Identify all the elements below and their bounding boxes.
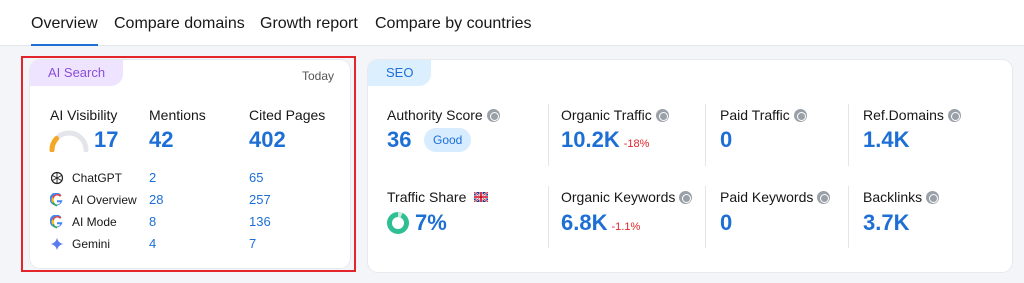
gemini-cited[interactable]: 7 [249, 236, 256, 251]
paid-keywords-label: Paid Keywords [720, 189, 831, 205]
tab-compare-by-countries[interactable]: Compare by countries [375, 15, 532, 33]
tab-compare-domains[interactable]: Compare domains [114, 15, 245, 33]
organic-keywords-label-text: Organic Keywords [561, 189, 676, 205]
organic-keywords-value[interactable]: 6.8K -1.1% [561, 210, 640, 236]
organic-traffic-value[interactable]: 10.2K -18% [561, 127, 649, 153]
google-icon [50, 215, 63, 229]
divider [705, 104, 706, 166]
authority-score-label-text: Authority Score [387, 107, 483, 123]
google-icon [50, 193, 63, 207]
info-icon[interactable] [679, 191, 693, 204]
info-icon[interactable] [486, 109, 500, 122]
ai-visibility-label: AI Visibility [50, 107, 118, 123]
organic-traffic-label: Organic Traffic [561, 107, 669, 123]
gemini-mentions[interactable]: 4 [149, 236, 156, 251]
info-icon[interactable] [926, 191, 940, 204]
visibility-gauge-icon [49, 130, 89, 152]
chatgpt-icon [50, 171, 64, 185]
seo-badge: SEO [368, 60, 432, 86]
ai-overview-mentions[interactable]: 28 [149, 192, 163, 207]
traffic-share-label: Traffic Share [387, 189, 489, 205]
divider [848, 186, 849, 248]
engine-name-chatgpt: ChatGPT [72, 171, 123, 185]
divider [848, 104, 849, 166]
ai-mode-cited[interactable]: 136 [249, 214, 271, 229]
mentions-value[interactable]: 42 [149, 127, 173, 153]
info-icon[interactable] [817, 191, 831, 204]
authority-good-badge: Good [424, 128, 472, 152]
cited-pages-value[interactable]: 402 [249, 127, 286, 153]
organic-keywords-label: Organic Keywords [561, 189, 693, 205]
info-icon[interactable] [655, 109, 669, 122]
uk-flag-icon [473, 191, 489, 203]
ai-search-badge: AI Search [30, 60, 124, 86]
ai-search-card: AI Search Today AI Visibility 17 Mention… [30, 60, 350, 268]
top-tab-bar: Overview Compare domains Growth report C… [0, 0, 1024, 46]
traffic-share-ring-icon [387, 212, 409, 234]
ref-domains-value[interactable]: 1.4K [863, 127, 909, 153]
paid-keywords-value[interactable]: 0 [720, 210, 732, 236]
traffic-share-value[interactable]: 7% [415, 210, 447, 236]
ref-domains-label-text: Ref.Domains [863, 107, 944, 123]
backlinks-label-text: Backlinks [863, 189, 923, 205]
mentions-label: Mentions [149, 107, 206, 123]
divider [705, 186, 706, 248]
ai-visibility-value: 17 [94, 127, 119, 152]
ref-domains-label: Ref.Domains [863, 107, 961, 123]
tab-overview[interactable]: Overview [31, 15, 98, 46]
organic-keywords-delta: -1.1% [611, 221, 641, 233]
engine-name-gemini: Gemini [72, 237, 111, 251]
chatgpt-mentions[interactable]: 2 [149, 170, 156, 185]
organic-traffic-label-text: Organic Traffic [561, 107, 652, 123]
paid-keywords-label-text: Paid Keywords [720, 189, 814, 205]
info-icon[interactable] [947, 109, 961, 122]
ai-mode-mentions[interactable]: 8 [149, 214, 156, 229]
gemini-icon [50, 237, 64, 251]
paid-traffic-label-text: Paid Traffic [720, 107, 790, 123]
organic-traffic-number[interactable]: 10.2K [561, 127, 620, 152]
paid-traffic-label: Paid Traffic [720, 107, 807, 123]
engine-name-ai-overview: AI Overview [72, 193, 137, 207]
cited-pages-label: Cited Pages [249, 107, 326, 123]
divider [548, 104, 549, 166]
engine-name-ai-mode: AI Mode [72, 215, 117, 229]
backlinks-label: Backlinks [863, 189, 940, 205]
organic-traffic-delta: -18% [623, 138, 650, 150]
ai-overview-cited[interactable]: 257 [249, 192, 271, 207]
period-label: Today [301, 69, 334, 83]
paid-traffic-value[interactable]: 0 [720, 127, 732, 153]
traffic-share-label-text: Traffic Share [387, 189, 467, 205]
authority-score-label: Authority Score [387, 107, 500, 123]
backlinks-value[interactable]: 3.7K [863, 210, 909, 236]
divider [548, 186, 549, 248]
chatgpt-cited[interactable]: 65 [249, 170, 263, 185]
info-icon[interactable] [793, 109, 807, 122]
authority-score-value[interactable]: 36 [387, 127, 411, 153]
organic-keywords-number[interactable]: 6.8K [561, 210, 607, 235]
seo-card: SEO Authority Score 36 Good Organic Traf… [368, 60, 1012, 272]
tab-growth-report[interactable]: Growth report [260, 15, 358, 33]
